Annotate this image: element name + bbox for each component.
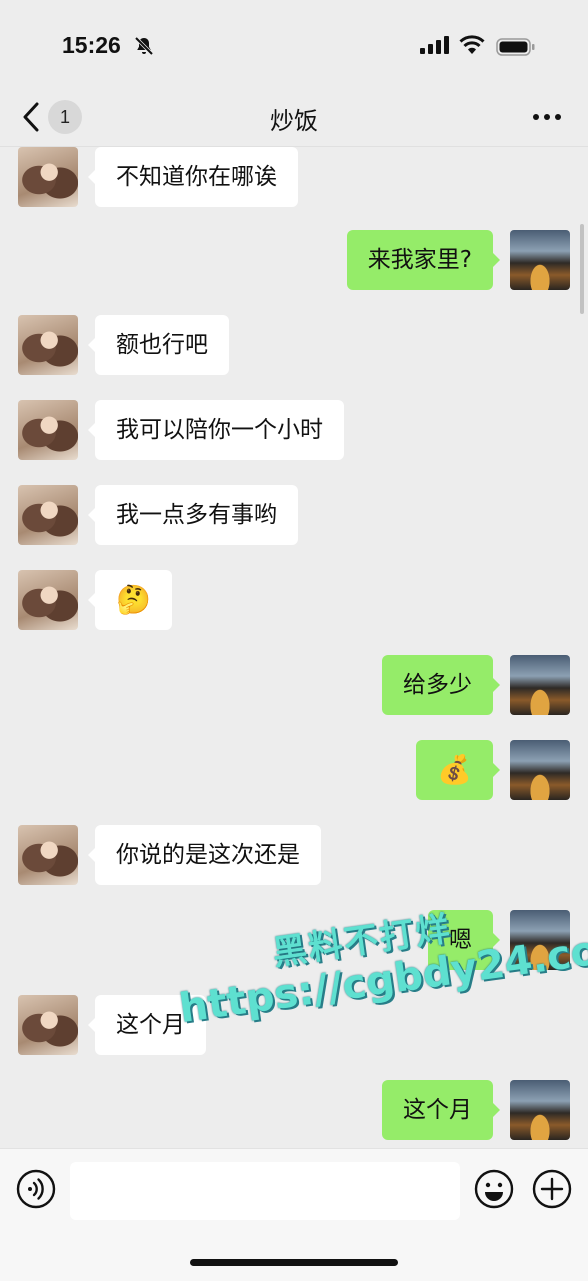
thinking-emoji-message[interactable]: 🤔 [88, 570, 172, 630]
message-row: 嗯 [0, 910, 588, 972]
message-row: 额也行吧 [0, 315, 588, 377]
message-bubble[interactable]: 我可以陪你一个小时 [88, 400, 344, 460]
message-bubble[interactable]: 这个月 [88, 995, 206, 1055]
message-bubble[interactable]: 额也行吧 [88, 315, 229, 375]
message-bubble[interactable]: 我一点多有事哟 [88, 485, 298, 545]
my-avatar[interactable] [510, 740, 570, 800]
message-row: 这个月 [0, 995, 588, 1057]
wifi-icon [459, 35, 485, 54]
message-row: 这个月 [0, 1080, 588, 1142]
message-bubble[interactable]: 给多少 [382, 655, 500, 715]
message-row: 我一点多有事哟 [0, 485, 588, 547]
battery-icon [496, 38, 535, 56]
my-avatar[interactable] [510, 655, 570, 715]
plus-circle-icon[interactable] [532, 1169, 572, 1209]
message-row: 给多少 [0, 655, 588, 717]
voice-icon[interactable] [16, 1169, 56, 1209]
message-row: 你说的是这次还是 [0, 825, 588, 887]
message-bubble[interactable]: 不知道你在哪诶 [88, 147, 298, 207]
status-bar: 15:26 [0, 0, 588, 90]
message-row: 来我家里? [0, 230, 588, 292]
contact-avatar[interactable] [18, 147, 78, 207]
message-bubble[interactable]: 这个月 [382, 1080, 500, 1140]
message-input[interactable] [70, 1162, 460, 1220]
contact-avatar[interactable] [18, 485, 78, 545]
signal-icon [420, 36, 449, 54]
message-row: 我可以陪你一个小时 [0, 400, 588, 462]
status-time: 15:26 [62, 32, 121, 58]
money-bag-emoji-message[interactable]: 💰 [416, 740, 500, 800]
contact-avatar[interactable] [18, 825, 78, 885]
contact-avatar[interactable] [18, 315, 78, 375]
chat-header: 1 炒饭 [0, 88, 588, 147]
message-row: 不知道你在哪诶 [0, 147, 588, 209]
chat-scrollbar[interactable] [580, 224, 584, 314]
contact-avatar[interactable] [18, 400, 78, 460]
smiley-icon[interactable] [474, 1169, 514, 1209]
message-bubble[interactable]: 你说的是这次还是 [88, 825, 321, 885]
message-row: 🤔 [0, 570, 588, 632]
message-bubble[interactable]: 来我家里? [346, 230, 501, 290]
more-options-icon[interactable] [530, 102, 566, 132]
contact-avatar[interactable] [18, 570, 78, 630]
message-row: 💰 [0, 740, 588, 802]
my-avatar[interactable] [510, 910, 570, 970]
contact-avatar[interactable] [18, 995, 78, 1055]
chat-title: 炒饭 [270, 107, 318, 135]
my-avatar[interactable] [510, 230, 570, 290]
message-list[interactable]: 不知道你在哪诶 来我家里? 额也行吧 我可以陪你一个小时 我一点多有事哟 🤔 给… [0, 147, 588, 1147]
my-avatar[interactable] [510, 1080, 570, 1140]
message-bubble[interactable]: 嗯 [428, 910, 500, 970]
home-indicator[interactable] [190, 1259, 398, 1266]
bell-slash-icon [134, 36, 154, 56]
